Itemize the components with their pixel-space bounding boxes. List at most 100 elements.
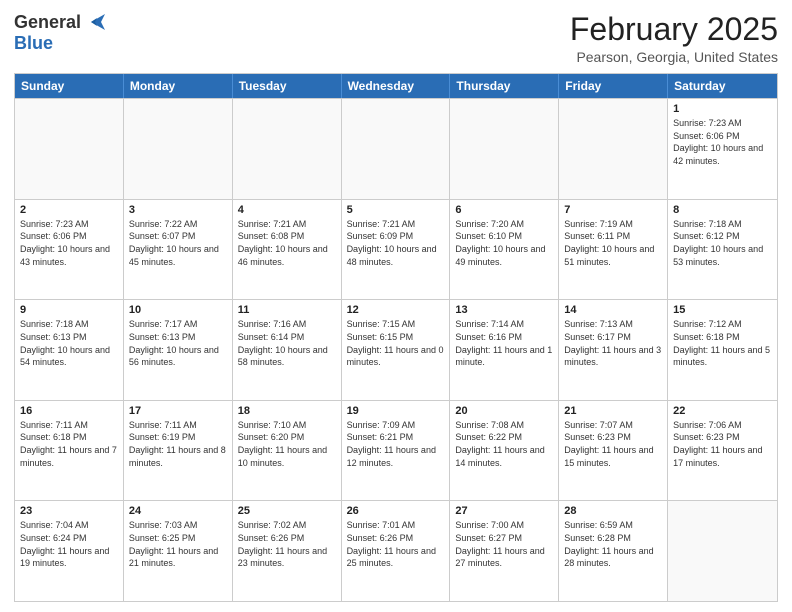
empty-cell-0-5 — [559, 99, 668, 199]
logo: General Blue — [14, 12, 105, 54]
day-cell-13: 13 Sunrise: 7:14 AM Sunset: 6:16 PM Dayli… — [450, 300, 559, 400]
day-info: Sunrise: 7:11 AM Sunset: 6:18 PM Dayligh… — [20, 419, 118, 469]
day-number: 11 — [238, 304, 336, 316]
day-number: 23 — [20, 505, 118, 517]
logo-general: General — [14, 12, 81, 33]
day-cell-7: 7 Sunrise: 7:19 AM Sunset: 6:11 PM Daylig… — [559, 200, 668, 300]
day-info: Sunrise: 7:14 AM Sunset: 6:16 PM Dayligh… — [455, 318, 553, 368]
location: Pearson, Georgia, United States — [570, 49, 778, 65]
day-cell-6: 6 Sunrise: 7:20 AM Sunset: 6:10 PM Daylig… — [450, 200, 559, 300]
empty-cell-0-1 — [124, 99, 233, 199]
logo-blue: Blue — [14, 33, 53, 54]
day-info: Sunrise: 7:19 AM Sunset: 6:11 PM Dayligh… — [564, 218, 662, 268]
day-info: Sunrise: 7:21 AM Sunset: 6:09 PM Dayligh… — [347, 218, 445, 268]
day-number: 20 — [455, 405, 553, 417]
day-info: Sunrise: 7:00 AM Sunset: 6:27 PM Dayligh… — [455, 519, 553, 569]
day-info: Sunrise: 7:17 AM Sunset: 6:13 PM Dayligh… — [129, 318, 227, 368]
logo-bird-icon — [83, 14, 105, 30]
header-day-sunday: Sunday — [15, 74, 124, 98]
header-day-thursday: Thursday — [450, 74, 559, 98]
day-number: 9 — [20, 304, 118, 316]
empty-cell-0-2 — [233, 99, 342, 199]
day-number: 26 — [347, 505, 445, 517]
day-number: 28 — [564, 505, 662, 517]
calendar-row-4: 23 Sunrise: 7:04 AM Sunset: 6:24 PM Dayli… — [15, 500, 777, 601]
day-info: Sunrise: 6:59 AM Sunset: 6:28 PM Dayligh… — [564, 519, 662, 569]
empty-cell-0-4 — [450, 99, 559, 199]
day-cell-4: 4Sunrise: 7:21 AM Sunset: 6:08 PM Daylig… — [233, 200, 342, 300]
calendar-row-2: 9 Sunrise: 7:18 AM Sunset: 6:13 PM Daylig… — [15, 299, 777, 400]
calendar-row-3: 16 Sunrise: 7:11 AM Sunset: 6:18 PM Dayli… — [15, 400, 777, 501]
empty-cell-0-0 — [15, 99, 124, 199]
day-info: Sunrise: 7:08 AM Sunset: 6:22 PM Dayligh… — [455, 419, 553, 469]
day-cell-8: 8 Sunrise: 7:18 AM Sunset: 6:12 PM Daylig… — [668, 200, 777, 300]
day-number: 4 — [238, 204, 336, 216]
day-number: 27 — [455, 505, 553, 517]
day-cell-3: 3 Sunrise: 7:22 AM Sunset: 6:07 PM Daylig… — [124, 200, 233, 300]
day-cell-16: 16 Sunrise: 7:11 AM Sunset: 6:18 PM Dayli… — [15, 401, 124, 501]
day-number: 18 — [238, 405, 336, 417]
day-info: Sunrise: 7:18 AM Sunset: 6:13 PM Dayligh… — [20, 318, 118, 368]
day-number: 15 — [673, 304, 772, 316]
day-cell-14: 14 Sunrise: 7:13 AM Sunset: 6:17 PM Dayli… — [559, 300, 668, 400]
day-cell-27: 27 Sunrise: 7:00 AM Sunset: 6:27 PM Dayli… — [450, 501, 559, 601]
day-number: 13 — [455, 304, 553, 316]
day-number: 12 — [347, 304, 445, 316]
day-info: Sunrise: 7:22 AM Sunset: 6:07 PM Dayligh… — [129, 218, 227, 268]
day-number: 8 — [673, 204, 772, 216]
calendar-body: 1Sunrise: 7:23 AM Sunset: 6:06 PM Daylig… — [15, 98, 777, 601]
day-cell-20: 20 Sunrise: 7:08 AM Sunset: 6:22 PM Dayli… — [450, 401, 559, 501]
day-cell-22: 22 Sunrise: 7:06 AM Sunset: 6:23 PM Dayli… — [668, 401, 777, 501]
day-info: Sunrise: 7:02 AM Sunset: 6:26 PM Dayligh… — [238, 519, 336, 569]
day-info: Sunrise: 7:15 AM Sunset: 6:15 PM Dayligh… — [347, 318, 445, 368]
day-number: 7 — [564, 204, 662, 216]
header-day-tuesday: Tuesday — [233, 74, 342, 98]
day-info: Sunrise: 7:09 AM Sunset: 6:21 PM Dayligh… — [347, 419, 445, 469]
day-number: 16 — [20, 405, 118, 417]
day-info: Sunrise: 7:10 AM Sunset: 6:20 PM Dayligh… — [238, 419, 336, 469]
day-cell-2: 2 Sunrise: 7:23 AM Sunset: 6:06 PM Daylig… — [15, 200, 124, 300]
day-cell-21: 21Sunrise: 7:07 AM Sunset: 6:23 PM Dayli… — [559, 401, 668, 501]
calendar-row-1: 2 Sunrise: 7:23 AM Sunset: 6:06 PM Daylig… — [15, 199, 777, 300]
day-info: Sunrise: 7:03 AM Sunset: 6:25 PM Dayligh… — [129, 519, 227, 569]
page: General Blue February 2025 Pearson, Geor… — [0, 0, 792, 612]
day-number: 19 — [347, 405, 445, 417]
day-number: 3 — [129, 204, 227, 216]
day-info: Sunrise: 7:13 AM Sunset: 6:17 PM Dayligh… — [564, 318, 662, 368]
day-number: 6 — [455, 204, 553, 216]
day-number: 2 — [20, 204, 118, 216]
day-cell-18: 18 Sunrise: 7:10 AM Sunset: 6:20 PM Dayli… — [233, 401, 342, 501]
month-title: February 2025 — [570, 12, 778, 47]
day-cell-5: 5Sunrise: 7:21 AM Sunset: 6:09 PM Daylig… — [342, 200, 451, 300]
day-info: Sunrise: 7:06 AM Sunset: 6:23 PM Dayligh… — [673, 419, 772, 469]
day-cell-25: 25 Sunrise: 7:02 AM Sunset: 6:26 PM Dayli… — [233, 501, 342, 601]
day-info: Sunrise: 7:04 AM Sunset: 6:24 PM Dayligh… — [20, 519, 118, 569]
day-info: Sunrise: 7:07 AM Sunset: 6:23 PM Dayligh… — [564, 419, 662, 469]
title-block: February 2025 Pearson, Georgia, United S… — [570, 12, 778, 65]
day-cell-11: 11Sunrise: 7:16 AM Sunset: 6:14 PM Dayli… — [233, 300, 342, 400]
day-number: 25 — [238, 505, 336, 517]
day-info: Sunrise: 7:11 AM Sunset: 6:19 PM Dayligh… — [129, 419, 227, 469]
day-number: 14 — [564, 304, 662, 316]
day-number: 22 — [673, 405, 772, 417]
day-cell-24: 24Sunrise: 7:03 AM Sunset: 6:25 PM Dayli… — [124, 501, 233, 601]
day-cell-28: 28 Sunrise: 6:59 AM Sunset: 6:28 PM Dayli… — [559, 501, 668, 601]
day-number: 10 — [129, 304, 227, 316]
day-cell-9: 9 Sunrise: 7:18 AM Sunset: 6:13 PM Daylig… — [15, 300, 124, 400]
header-day-saturday: Saturday — [668, 74, 777, 98]
day-cell-10: 10 Sunrise: 7:17 AM Sunset: 6:13 PM Dayli… — [124, 300, 233, 400]
calendar-header: SundayMondayTuesdayWednesdayThursdayFrid… — [15, 74, 777, 98]
day-info: Sunrise: 7:20 AM Sunset: 6:10 PM Dayligh… — [455, 218, 553, 268]
day-cell-19: 19 Sunrise: 7:09 AM Sunset: 6:21 PM Dayli… — [342, 401, 451, 501]
day-cell-17: 17Sunrise: 7:11 AM Sunset: 6:19 PM Dayli… — [124, 401, 233, 501]
day-info: Sunrise: 7:23 AM Sunset: 6:06 PM Dayligh… — [673, 117, 772, 167]
day-cell-15: 15 Sunrise: 7:12 AM Sunset: 6:18 PM Dayli… — [668, 300, 777, 400]
calendar-row-0: 1Sunrise: 7:23 AM Sunset: 6:06 PM Daylig… — [15, 98, 777, 199]
header-day-wednesday: Wednesday — [342, 74, 451, 98]
day-info: Sunrise: 7:23 AM Sunset: 6:06 PM Dayligh… — [20, 218, 118, 268]
day-cell-1: 1Sunrise: 7:23 AM Sunset: 6:06 PM Daylig… — [668, 99, 777, 199]
day-info: Sunrise: 7:12 AM Sunset: 6:18 PM Dayligh… — [673, 318, 772, 368]
day-info: Sunrise: 7:18 AM Sunset: 6:12 PM Dayligh… — [673, 218, 772, 268]
header-day-monday: Monday — [124, 74, 233, 98]
header-day-friday: Friday — [559, 74, 668, 98]
